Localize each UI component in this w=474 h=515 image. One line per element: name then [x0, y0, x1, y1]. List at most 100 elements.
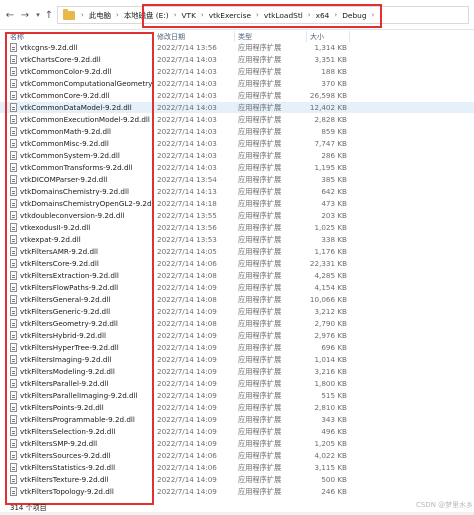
file-date: 2022/7/14 14:09: [157, 343, 217, 352]
file-size: 370 KB: [321, 79, 347, 88]
file-date: 2022/7/14 13:54: [157, 175, 217, 184]
file-type: 应用程序扩展: [238, 247, 282, 256]
file-type: 应用程序扩展: [238, 259, 282, 268]
file-date: 2022/7/14 14:03: [157, 55, 217, 64]
file-size: 1,205 KB: [314, 439, 347, 448]
file-size: 3,212 KB: [314, 307, 347, 316]
file-type: 应用程序扩展: [238, 187, 282, 196]
file-type: 应用程序扩展: [238, 355, 282, 364]
arrow-right-icon[interactable]: →: [19, 9, 31, 21]
file-date: 2022/7/14 13:55: [157, 211, 217, 220]
file-date: 2022/7/14 14:09: [157, 439, 217, 448]
file-type: 应用程序扩展: [238, 127, 282, 136]
file-type: 应用程序扩展: [238, 43, 282, 52]
file-type: 应用程序扩展: [238, 271, 282, 280]
file-size: 1,195 KB: [314, 163, 347, 172]
file-date: 2022/7/14 14:09: [157, 427, 217, 436]
file-type: 应用程序扩展: [238, 139, 282, 148]
file-type: 应用程序扩展: [238, 151, 282, 160]
file-size: 2,810 KB: [314, 403, 347, 412]
file-size: 7,747 KB: [314, 139, 347, 148]
file-date: 2022/7/14 14:09: [157, 391, 217, 400]
chevron-right-icon[interactable]: ›: [116, 11, 119, 19]
file-type: 应用程序扩展: [238, 331, 282, 340]
column-header-size[interactable]: 大小: [310, 32, 324, 42]
file-size: 1,025 KB: [314, 223, 347, 232]
file-size: 859 KB: [321, 127, 347, 136]
breadcrumb-this-pc[interactable]: 此电脑: [89, 10, 111, 21]
file-size: 3,351 KB: [314, 55, 347, 64]
path-highlight-box: [142, 4, 382, 28]
file-size: 1,014 KB: [314, 355, 347, 364]
file-size: 26,598 KB: [309, 91, 347, 100]
folder-icon: [63, 8, 75, 20]
file-date: 2022/7/14 13:53: [157, 235, 217, 244]
file-size: 343 KB: [321, 415, 347, 424]
file-type: 应用程序扩展: [238, 307, 282, 316]
file-size: 515 KB: [321, 391, 347, 400]
file-date: 2022/7/14 14:09: [157, 367, 217, 376]
column-divider[interactable]: [349, 31, 350, 42]
file-date: 2022/7/14 14:09: [157, 487, 217, 496]
file-size: 2,828 KB: [314, 115, 347, 124]
column-divider[interactable]: [306, 31, 307, 42]
file-date: 2022/7/14 14:09: [157, 403, 217, 412]
file-type: 应用程序扩展: [238, 415, 282, 424]
file-date: 2022/7/14 14:18: [157, 199, 217, 208]
column-header-type[interactable]: 类型: [238, 32, 252, 42]
file-size: 203 KB: [321, 211, 347, 220]
file-date: 2022/7/14 13:56: [157, 43, 217, 52]
file-type: 应用程序扩展: [238, 391, 282, 400]
file-date: 2022/7/14 14:06: [157, 259, 217, 268]
file-type: 应用程序扩展: [238, 223, 282, 232]
file-size: 246 KB: [321, 487, 347, 496]
file-type: 应用程序扩展: [238, 451, 282, 460]
file-size: 1,800 KB: [314, 379, 347, 388]
file-date: 2022/7/14 14:05: [157, 247, 217, 256]
file-size: 1,176 KB: [314, 247, 347, 256]
file-size: 473 KB: [321, 199, 347, 208]
file-type: 应用程序扩展: [238, 295, 282, 304]
file-size: 2,790 KB: [314, 319, 347, 328]
arrow-left-icon[interactable]: ←: [4, 9, 16, 21]
file-type: 应用程序扩展: [238, 283, 282, 292]
column-header-date[interactable]: 修改日期: [157, 32, 185, 42]
file-date: 2022/7/14 14:09: [157, 283, 217, 292]
file-size: 338 KB: [321, 235, 347, 244]
name-column-highlight-box: [5, 32, 154, 505]
file-date: 2022/7/14 14:09: [157, 415, 217, 424]
file-date: 2022/7/14 14:09: [157, 307, 217, 316]
file-size: 3,216 KB: [314, 367, 347, 376]
arrow-up-icon[interactable]: ↑: [43, 9, 55, 21]
file-type: 应用程序扩展: [238, 79, 282, 88]
file-date: 2022/7/14 14:09: [157, 379, 217, 388]
watermark-text: CSDN @梦里水乡: [416, 501, 474, 509]
file-date: 2022/7/14 14:03: [157, 91, 217, 100]
file-size: 4,022 KB: [314, 451, 347, 460]
chevron-right-icon[interactable]: ›: [81, 11, 84, 19]
file-date: 2022/7/14 14:03: [157, 103, 217, 112]
column-divider[interactable]: [234, 31, 235, 42]
file-type: 应用程序扩展: [238, 199, 282, 208]
file-type: 应用程序扩展: [238, 343, 282, 352]
file-type: 应用程序扩展: [238, 175, 282, 184]
file-type: 应用程序扩展: [238, 67, 282, 76]
file-type: 应用程序扩展: [238, 379, 282, 388]
file-type: 应用程序扩展: [238, 211, 282, 220]
file-date: 2022/7/14 14:08: [157, 319, 217, 328]
file-type: 应用程序扩展: [238, 163, 282, 172]
file-date: 2022/7/14 14:03: [157, 163, 217, 172]
file-type: 应用程序扩展: [238, 463, 282, 472]
file-type: 应用程序扩展: [238, 367, 282, 376]
file-type: 应用程序扩展: [238, 103, 282, 112]
file-size: 188 KB: [321, 67, 347, 76]
file-date: 2022/7/14 14:13: [157, 187, 217, 196]
file-size: 2,976 KB: [314, 331, 347, 340]
file-size: 696 KB: [321, 343, 347, 352]
file-size: 3,115 KB: [314, 463, 347, 472]
file-date: 2022/7/14 14:09: [157, 331, 217, 340]
file-date: 2022/7/14 14:03: [157, 139, 217, 148]
file-size: 22,331 KB: [309, 259, 347, 268]
file-size: 4,285 KB: [314, 271, 347, 280]
file-date: 2022/7/14 14:08: [157, 295, 217, 304]
